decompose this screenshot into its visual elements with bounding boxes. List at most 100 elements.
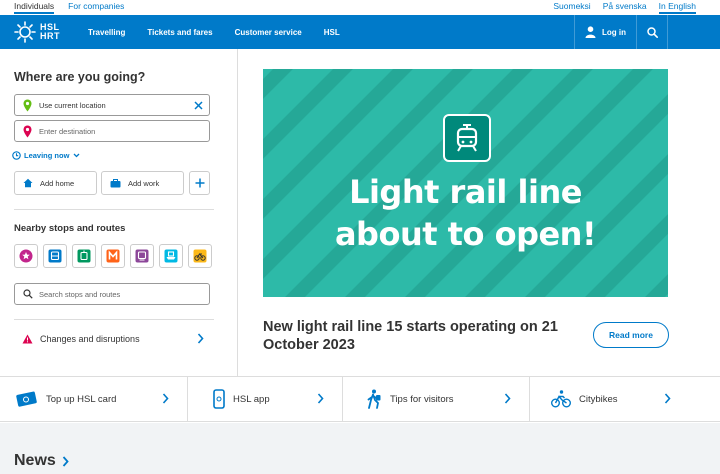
nav-menu: Travelling Tickets and fares Customer se…	[88, 15, 340, 49]
destination-pin-icon	[23, 125, 32, 138]
main-nav: HSL HRT Travelling Tickets and fares Cus…	[0, 15, 720, 49]
mode-ferry-button[interactable]	[159, 244, 183, 268]
changes-and-disruptions-link[interactable]: Changes and disruptions	[14, 331, 210, 347]
chevron-down-icon	[73, 153, 80, 158]
card-icon	[16, 391, 37, 407]
login-label: Log in	[602, 27, 626, 37]
separator	[529, 377, 530, 421]
chevron-right-icon	[504, 393, 511, 404]
mode-train-button[interactable]	[130, 244, 154, 268]
mode-favourites-button[interactable]	[14, 244, 38, 268]
home-icon	[23, 178, 33, 188]
nav-tickets-and-fares[interactable]: Tickets and fares	[147, 28, 212, 37]
top-bar: Individuals For companies Suomeksi På sv…	[0, 0, 720, 14]
hero-title-line1: Light rail line	[349, 173, 582, 211]
search-icon	[23, 289, 33, 299]
warning-icon	[22, 334, 33, 344]
transport-mode-buttons	[14, 244, 212, 268]
divider	[14, 319, 214, 320]
site-search-button[interactable]	[636, 15, 668, 49]
news-heading-link[interactable]: News	[14, 452, 69, 470]
chevron-right-icon	[317, 393, 324, 404]
add-favourite-button[interactable]	[189, 171, 210, 195]
hsl-logo[interactable]: HSL HRT	[14, 21, 60, 43]
sun-logo-icon	[14, 21, 36, 43]
quick-link-hsl-app[interactable]: HSL app	[213, 377, 341, 421]
quick-link-tips-label: Tips for visitors	[390, 393, 454, 405]
news-title: News	[14, 452, 56, 469]
hero-headline[interactable]: New light rail line 15 starts operating …	[263, 318, 583, 354]
for-companies-link[interactable]: For companies	[68, 1, 124, 14]
leaving-now-label: Leaving now	[24, 151, 70, 160]
language-english-link[interactable]: In English	[658, 1, 696, 14]
chevron-right-icon	[664, 393, 671, 404]
clear-icon[interactable]	[194, 101, 203, 110]
read-more-button[interactable]: Read more	[593, 322, 669, 348]
mode-tram-button[interactable]	[72, 244, 96, 268]
add-work-button[interactable]: Add work	[101, 171, 184, 195]
origin-pin-icon	[23, 99, 32, 112]
language-swedish-link[interactable]: På svenska	[603, 1, 647, 14]
divider	[14, 209, 214, 210]
nav-travelling[interactable]: Travelling	[88, 28, 125, 37]
add-home-button[interactable]: Add home	[14, 171, 97, 195]
light-rail-icon	[456, 124, 478, 152]
quick-link-citybikes[interactable]: Citybikes	[551, 377, 673, 421]
logo-text: HSL HRT	[40, 23, 60, 41]
origin-value: Use current location	[39, 100, 106, 110]
tram-icon-box	[443, 114, 491, 162]
hero-title-line2: about to open!	[334, 215, 597, 253]
tram-icon	[77, 249, 91, 263]
train-icon	[135, 249, 149, 263]
quick-link-tips-for-visitors[interactable]: Tips for visitors	[366, 377, 528, 421]
hero-banner[interactable]: Light rail line about to open!	[263, 69, 668, 297]
journey-planner-title: Where are you going?	[14, 70, 146, 84]
individuals-link[interactable]: Individuals	[14, 1, 55, 14]
nav-hsl[interactable]: HSL	[324, 28, 340, 37]
login-button[interactable]: Log in	[574, 15, 638, 49]
mode-citybike-button[interactable]	[188, 244, 212, 268]
plus-icon	[195, 178, 204, 188]
changes-label: Changes and disruptions	[40, 334, 140, 344]
quick-link-hsl-app-label: HSL app	[233, 393, 270, 405]
briefcase-icon	[110, 178, 121, 187]
stop-search-field[interactable]: Search stops and routes	[14, 283, 210, 305]
language-switch: Suomeksi På svenska In English	[553, 1, 696, 14]
favourite-icon	[19, 249, 33, 263]
mode-bus-button[interactable]	[43, 244, 67, 268]
phone-icon	[213, 389, 225, 409]
mode-metro-button[interactable]	[101, 244, 125, 268]
chevron-right-icon	[62, 455, 69, 467]
add-home-label: Add home	[40, 178, 75, 188]
add-work-label: Add work	[128, 178, 160, 188]
chevron-right-icon	[162, 393, 169, 404]
quick-links-bar: Top up HSL card HSL app Tips for visitor…	[0, 376, 720, 422]
destination-input[interactable]	[39, 126, 189, 136]
origin-field[interactable]: Use current location	[14, 94, 210, 116]
separator	[342, 377, 343, 421]
journey-planner-panel: Where are you going? Use current locatio…	[0, 49, 238, 376]
leaving-now-dropdown[interactable]: Leaving now	[12, 151, 80, 160]
user-icon	[585, 26, 596, 38]
news-section	[0, 423, 720, 474]
bus-icon	[48, 249, 62, 263]
chevron-right-icon	[197, 333, 204, 344]
language-finnish-link[interactable]: Suomeksi	[553, 1, 590, 14]
logo-hrt: HRT	[40, 31, 60, 41]
quick-link-top-up-label: Top up HSL card	[46, 393, 117, 405]
quick-link-citybikes-label: Citybikes	[579, 393, 618, 405]
metro-icon	[106, 249, 120, 263]
nav-customer-service[interactable]: Customer service	[235, 28, 302, 37]
stop-search-placeholder: Search stops and routes	[39, 289, 121, 299]
clock-icon	[12, 151, 21, 160]
separator	[187, 377, 188, 421]
citybike-icon	[193, 249, 207, 263]
bicycle-icon	[551, 390, 571, 408]
quick-link-top-up[interactable]: Top up HSL card	[16, 377, 186, 421]
walker-icon	[367, 389, 381, 409]
search-icon	[646, 26, 658, 38]
ferry-icon	[164, 249, 178, 263]
audience-switch: Individuals For companies	[14, 1, 124, 14]
nearby-title: Nearby stops and routes	[14, 223, 126, 234]
destination-field[interactable]	[14, 120, 210, 142]
